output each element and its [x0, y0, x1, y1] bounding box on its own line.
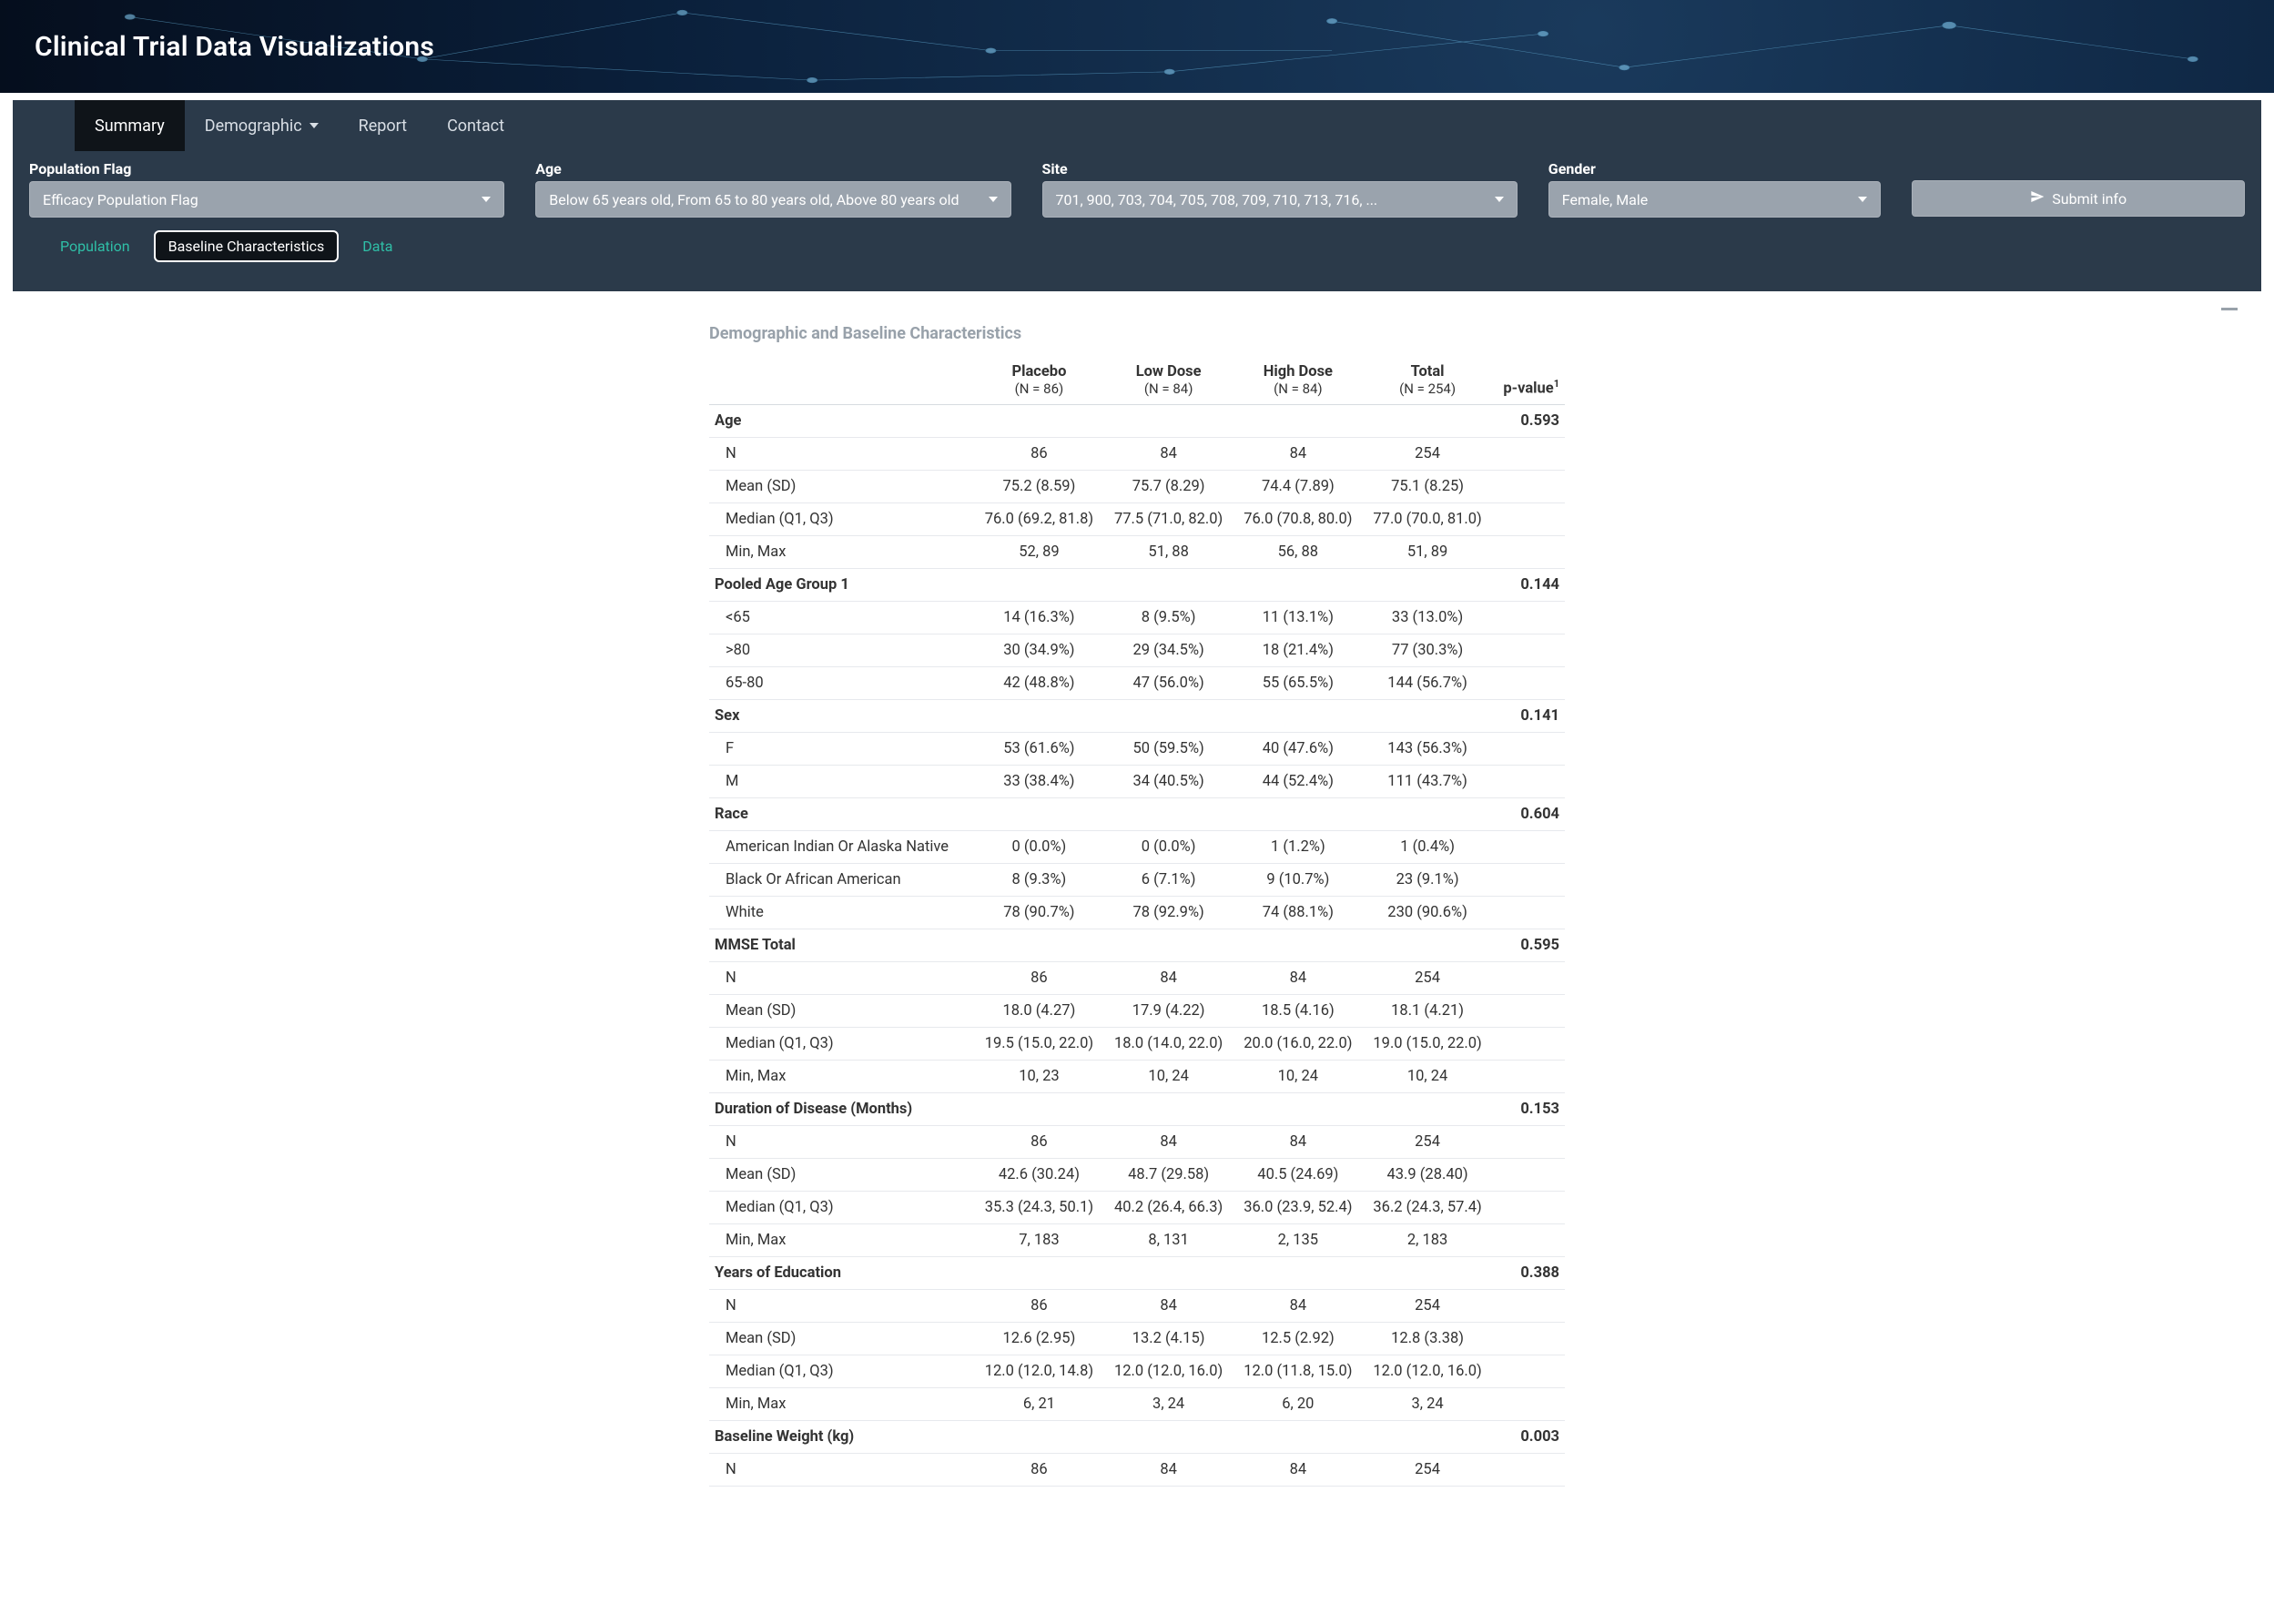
- table-row: N868484254: [709, 962, 1565, 995]
- table-row: Min, Max10, 2310, 2410, 2410, 24: [709, 1061, 1565, 1093]
- nav-contact[interactable]: Contact: [427, 100, 524, 151]
- nav-report[interactable]: Report: [339, 100, 427, 151]
- section-row: MMSE Total0.595: [709, 929, 1565, 962]
- section-row: Sex0.141: [709, 700, 1565, 733]
- table-row: N868484254: [709, 438, 1565, 471]
- subtab-baseline-characteristics[interactable]: Baseline Characteristics: [154, 230, 340, 262]
- age-value: Below 65 years old, From 65 to 80 years …: [549, 191, 959, 208]
- table-row: White78 (90.7%)78 (92.9%)74 (88.1%)230 (…: [709, 897, 1565, 929]
- submit-label: Submit info: [2052, 190, 2127, 208]
- column-header: p-value1: [1492, 356, 1565, 405]
- table-row: Median (Q1, Q3)35.3 (24.3, 50.1)40.2 (26…: [709, 1192, 1565, 1224]
- column-header: Low Dose(N = 84): [1104, 356, 1233, 405]
- section-row: Age0.593: [709, 405, 1565, 438]
- table-row: Median (Q1, Q3)12.0 (12.0, 14.8)12.0 (12…: [709, 1355, 1565, 1388]
- page-title: Clinical Trial Data Visualizations: [0, 0, 2274, 63]
- table-row: Min, Max52, 8951, 8856, 8851, 89: [709, 536, 1565, 569]
- table-row: Mean (SD)42.6 (30.24)48.7 (29.58)40.5 (2…: [709, 1159, 1565, 1192]
- table-row: Mean (SD)75.2 (8.59)75.7 (8.29)74.4 (7.8…: [709, 471, 1565, 503]
- table-row: Median (Q1, Q3)76.0 (69.2, 81.8)77.5 (71…: [709, 503, 1565, 536]
- chevron-down-icon: [310, 123, 319, 128]
- filter-label-population: Population Flag: [29, 160, 504, 178]
- table-row: <6514 (16.3%)8 (9.5%)11 (13.1%)33 (13.0%…: [709, 602, 1565, 634]
- column-header: [709, 356, 974, 405]
- chevron-down-icon: [482, 197, 491, 202]
- gender-dropdown[interactable]: Female, Male: [1548, 181, 1882, 218]
- table-row: M33 (38.4%)34 (40.5%)44 (52.4%)111 (43.7…: [709, 766, 1565, 798]
- main-navbar: SummaryDemographicReportContact: [13, 100, 2261, 151]
- collapse-icon[interactable]: [2221, 308, 2238, 310]
- chevron-down-icon: [989, 197, 998, 202]
- table-row: Mean (SD)12.6 (2.95)13.2 (4.15)12.5 (2.9…: [709, 1323, 1565, 1355]
- column-header: Placebo(N = 86): [974, 356, 1103, 405]
- gender-value: Female, Male: [1562, 191, 1648, 208]
- nav-summary[interactable]: Summary: [75, 100, 185, 151]
- paper-plane-icon: [2030, 189, 2045, 208]
- table-row: 65-8042 (48.8%)47 (56.0%)55 (65.5%)144 (…: [709, 667, 1565, 700]
- column-header: High Dose(N = 84): [1233, 356, 1363, 405]
- chevron-down-icon: [1495, 197, 1504, 202]
- chevron-down-icon: [1858, 197, 1867, 202]
- report-title: Demographic and Baseline Characteristics: [709, 324, 1565, 343]
- filter-label-gender: Gender: [1548, 160, 1882, 178]
- site-dropdown[interactable]: 701, 900, 703, 704, 705, 708, 709, 710, …: [1042, 181, 1518, 218]
- submit-button[interactable]: Submit info: [1912, 180, 2245, 217]
- subtab-population[interactable]: Population: [46, 230, 145, 262]
- table-row: F53 (61.6%)50 (59.5%)40 (47.6%)143 (56.3…: [709, 733, 1565, 766]
- table-row: N868484254: [709, 1126, 1565, 1159]
- table-row: Mean (SD)18.0 (4.27)17.9 (4.22)18.5 (4.1…: [709, 995, 1565, 1028]
- site-value: 701, 900, 703, 704, 705, 708, 709, 710, …: [1056, 191, 1378, 208]
- section-row: Years of Education0.388: [709, 1257, 1565, 1290]
- population-flag-dropdown[interactable]: Efficacy Population Flag: [29, 181, 504, 218]
- table-row: Min, Max6, 213, 246, 203, 24: [709, 1388, 1565, 1421]
- table-row: N868484254: [709, 1290, 1565, 1323]
- subtab-data[interactable]: Data: [348, 230, 407, 262]
- filter-bar: Population Flag Efficacy Population Flag…: [13, 151, 2261, 291]
- section-row: Baseline Weight (kg)0.003: [709, 1421, 1565, 1454]
- header-banner: Clinical Trial Data Visualizations: [0, 0, 2274, 93]
- table-row: >8030 (34.9%)29 (34.5%)18 (21.4%)77 (30.…: [709, 634, 1565, 667]
- table-row: Min, Max7, 1838, 1312, 1352, 183: [709, 1224, 1565, 1257]
- population-flag-value: Efficacy Population Flag: [43, 191, 198, 208]
- column-header: Total(N = 254): [1363, 356, 1492, 405]
- baseline-characteristics-table: Placebo(N = 86)Low Dose(N = 84)High Dose…: [709, 356, 1565, 1487]
- sub-tabs: Population Baseline CharacteristicsData: [29, 218, 2245, 271]
- filter-label-age: Age: [535, 160, 1010, 178]
- report-card: Demographic and Baseline Characteristics…: [13, 291, 2261, 1514]
- table-row: Black Or African American8 (9.3%)6 (7.1%…: [709, 864, 1565, 897]
- section-row: Duration of Disease (Months)0.153: [709, 1093, 1565, 1126]
- table-row: N868484254: [709, 1454, 1565, 1487]
- filter-label-site: Site: [1042, 160, 1518, 178]
- section-row: Race0.604: [709, 798, 1565, 831]
- nav-demographic[interactable]: Demographic: [185, 100, 339, 151]
- table-row: American Indian Or Alaska Native0 (0.0%)…: [709, 831, 1565, 864]
- age-dropdown[interactable]: Below 65 years old, From 65 to 80 years …: [535, 181, 1010, 218]
- table-row: Median (Q1, Q3)19.5 (15.0, 22.0)18.0 (14…: [709, 1028, 1565, 1061]
- section-row: Pooled Age Group 10.144: [709, 569, 1565, 602]
